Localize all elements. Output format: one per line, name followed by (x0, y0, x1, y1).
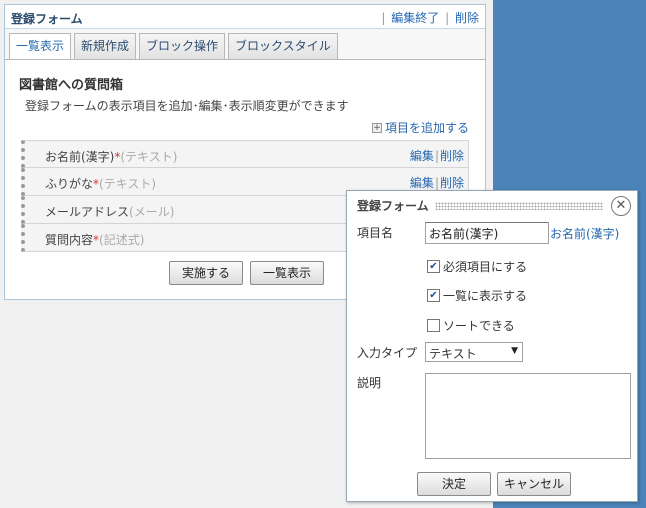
sortable-checkbox[interactable] (427, 319, 440, 332)
add-item-link[interactable]: + 項目を追加する (371, 119, 469, 136)
field-delete-link[interactable]: 削除 (440, 149, 464, 163)
form-title: 図書館への質問箱 (19, 78, 124, 93)
field-edit-link[interactable]: 編集 (410, 176, 434, 190)
header-links: | 編集終了 | 削除 (379, 9, 479, 26)
field-label: 質問内容*(記述式) (45, 231, 144, 248)
field-edit-dialog: 登録フォーム ✕ 項目名 お名前(漢字) ✔ 必須項目にする ✔ 一覧に表示する… (346, 190, 638, 502)
tab-new[interactable]: 新規作成 (74, 33, 137, 59)
input-type-label: 入力タイプ (357, 346, 418, 360)
separator: | (381, 11, 386, 25)
required-checkbox[interactable]: ✔ (427, 260, 440, 273)
cancel-button[interactable]: キャンセル (497, 472, 571, 496)
field-label: ふりがな*(テキスト) (45, 175, 156, 192)
description-label: 説明 (357, 376, 382, 390)
field-name: 質問内容 (45, 233, 94, 247)
dialog-title: 登録フォーム (357, 199, 429, 213)
sortable-checkbox-row[interactable]: ソートできる (427, 317, 515, 334)
sortable-checkbox-label: ソートできる (443, 319, 515, 333)
show-in-list-checkbox-label: 一覧に表示する (443, 289, 528, 303)
required-checkbox-row[interactable]: ✔ 必須項目にする (427, 258, 527, 275)
input-type-value: テキスト (429, 347, 477, 361)
field-type: (記述式) (99, 233, 145, 247)
field-type: (メール) (129, 205, 175, 219)
field-name: ふりがな (45, 177, 94, 191)
item-name-label: 項目名 (357, 226, 394, 240)
drag-handle[interactable] (435, 202, 603, 210)
panel-title: 登録フォーム (11, 12, 83, 26)
show-in-list-checkbox[interactable]: ✔ (427, 289, 440, 302)
item-name-input[interactable] (425, 222, 549, 244)
form-description: 登録フォームの表示項目を追加･編集･表示順変更ができます (25, 99, 349, 113)
plus-icon: + (371, 122, 382, 133)
required-checkbox-label: 必須項目にする (443, 260, 528, 274)
field-name: お名前(漢字) (45, 150, 115, 164)
item-name-preview: お名前(漢字) (550, 227, 620, 241)
show-in-list-checkbox-row[interactable]: ✔ 一覧に表示する (427, 287, 527, 304)
field-label: メールアドレス(メール) (45, 203, 174, 220)
close-icon[interactable]: ✕ (611, 196, 631, 216)
panel-header: 登録フォーム | 編集終了 | 削除 (5, 5, 485, 29)
input-type-select[interactable]: テキスト ▼ (425, 342, 523, 362)
list-view-button[interactable]: 一覧表示 (250, 261, 324, 285)
add-item-label: 項目を追加する (384, 121, 469, 135)
row-actions: 編集|削除 (410, 147, 464, 164)
field-edit-link[interactable]: 編集 (410, 149, 434, 163)
tab-block-style[interactable]: ブロックスタイル (228, 33, 338, 59)
ok-button[interactable]: 決定 (417, 472, 491, 496)
field-label: お名前(漢字)*(テキスト) (45, 148, 177, 165)
field-type: (テキスト) (99, 177, 157, 191)
field-type: (テキスト) (120, 150, 178, 164)
tab-list-view[interactable]: 一覧表示 (9, 33, 72, 60)
row-actions: 編集|削除 (410, 174, 464, 191)
field-row[interactable]: お名前(漢字)*(テキスト) 編集|削除 (21, 140, 469, 168)
field-delete-link[interactable]: 削除 (440, 176, 464, 190)
delete-link[interactable]: 削除 (455, 11, 479, 25)
description-textarea[interactable] (425, 373, 631, 459)
separator: | (445, 11, 450, 25)
tab-bar: 一覧表示 新規作成 ブロック操作 ブロックスタイル (9, 33, 338, 60)
edit-end-link[interactable]: 編集終了 (391, 11, 439, 25)
tab-block-operations[interactable]: ブロック操作 (139, 33, 226, 59)
chevron-down-icon: ▼ (511, 346, 518, 356)
execute-button[interactable]: 実施する (169, 261, 243, 285)
field-name: メールアドレス (45, 205, 130, 219)
